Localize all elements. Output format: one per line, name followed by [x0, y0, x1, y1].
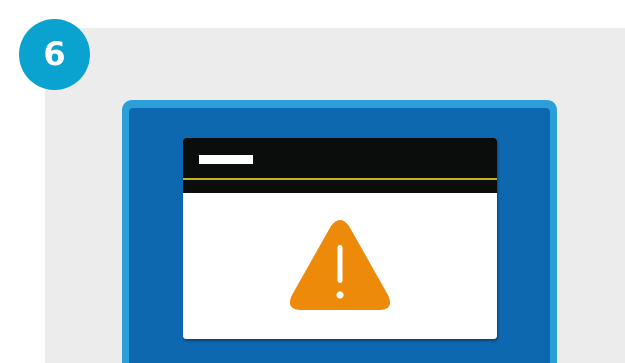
- dialog-header-band: [183, 180, 497, 193]
- warning-triangle-icon: [289, 220, 391, 310]
- step-number: 6: [43, 34, 66, 73]
- dialog-title-bar: [183, 138, 497, 178]
- step-number-badge: 6: [19, 19, 90, 90]
- error-dialog-window: [183, 138, 497, 339]
- dialog-title-placeholder: [199, 155, 253, 164]
- warning-exclamation-bar: [337, 245, 343, 283]
- warning-exclamation-dot: [336, 291, 344, 299]
